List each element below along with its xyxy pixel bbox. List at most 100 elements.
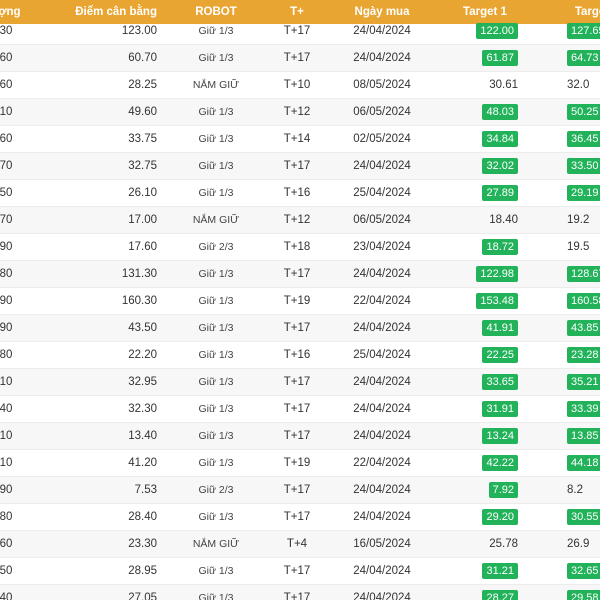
balance-point-cell-value: 32.75 bbox=[128, 160, 157, 172]
target-1-cell-value: 48.03 bbox=[482, 104, 518, 120]
t-plus-cell-value: T+17 bbox=[283, 565, 311, 577]
t-plus-cell: T+12 bbox=[262, 99, 332, 125]
t-plus-cell: T+17 bbox=[262, 18, 332, 44]
balance-point-cell: 32.30 bbox=[60, 396, 157, 422]
table-row[interactable]: 4,60 28.25 NẮM GIỮ T+10 08/05/2024 30.61 32.0 bbox=[0, 72, 600, 99]
volume-cell: 0,50 bbox=[0, 558, 50, 584]
table-row[interactable]: 4,70 17.00 NẮM GIỮ T+12 06/05/2024 18.40 19.2 bbox=[0, 207, 600, 234]
table-row[interactable]: 0,60 33.75 Giữ 1/3 T+14 02/05/2024 34.84 36.45 bbox=[0, 126, 600, 153]
volume-cell-value: 3,40 bbox=[0, 592, 13, 600]
t-plus-cell: T+17 bbox=[262, 558, 332, 584]
table-row[interactable]: 3,60 60.70 Giữ 1/3 T+17 24/04/2024 61.87 64.73 bbox=[0, 45, 600, 72]
robot-cell: Giữ 1/3 bbox=[170, 585, 262, 600]
target-1-cell-value: 7.92 bbox=[488, 482, 518, 498]
volume-cell-value: 1,80 bbox=[0, 511, 13, 523]
balance-point-cell: 49.60 bbox=[60, 99, 157, 125]
table-row[interactable]: 3,60 23.30 NẮM GIỮ T+4 16/05/2024 25.78 26.9 bbox=[0, 531, 600, 558]
target-2-cell-value: 8.2 bbox=[567, 484, 583, 496]
volume-cell: 3,60 bbox=[0, 45, 50, 71]
table-row[interactable]: 2,10 49.60 Giữ 1/3 T+12 06/05/2024 48.03 50.25 bbox=[0, 99, 600, 126]
robot-cell-value: Giữ 1/3 bbox=[198, 106, 234, 118]
buy-date-cell-value: 24/04/2024 bbox=[353, 160, 411, 172]
target-1-cell: 122.00 bbox=[452, 18, 518, 44]
balance-point-cell-value: 123.00 bbox=[121, 25, 157, 37]
target-1-cell-value: 18.40 bbox=[489, 214, 518, 226]
target-1-cell: 122.98 bbox=[452, 261, 518, 287]
balance-point-cell: 28.40 bbox=[60, 504, 157, 530]
target-2-cell: 35.21 bbox=[537, 369, 600, 395]
table-row[interactable]: 6,10 32.95 Giữ 1/3 T+17 24/04/2024 33.65 35.21 bbox=[0, 369, 600, 396]
t-plus-cell-value: T+17 bbox=[283, 403, 311, 415]
target-2-cell-value: 50.25 bbox=[567, 104, 600, 120]
table-row[interactable]: 3,40 27.05 Giữ 1/3 T+17 24/04/2024 28.27 29.58 bbox=[0, 585, 600, 600]
target-1-cell-value: 31.21 bbox=[482, 563, 518, 579]
target-1-cell: 30.61 bbox=[452, 72, 518, 98]
volume-cell-value: 2,10 bbox=[0, 457, 13, 469]
target-1-cell: 33.65 bbox=[452, 369, 518, 395]
target-1-cell: 31.91 bbox=[452, 396, 518, 422]
target-1-cell-value: 29.20 bbox=[482, 509, 518, 525]
balance-point-cell: 7.53 bbox=[60, 477, 157, 503]
balance-point-cell: 17.60 bbox=[60, 234, 157, 260]
table-row[interactable]: 0,50 28.95 Giữ 1/3 T+17 24/04/2024 31.21 32.65 bbox=[0, 558, 600, 585]
table-row[interactable]: 1,80 28.40 Giữ 1/3 T+17 24/04/2024 29.20 30.55 bbox=[0, 504, 600, 531]
balance-point-cell: 131.30 bbox=[60, 261, 157, 287]
buy-date-cell-value: 24/04/2024 bbox=[353, 322, 411, 334]
table-row[interactable]: 3,10 13.40 Giữ 1/3 T+17 24/04/2024 13.24 13.85 bbox=[0, 423, 600, 450]
balance-point-cell: 32.75 bbox=[60, 153, 157, 179]
t-plus-cell: T+19 bbox=[262, 450, 332, 476]
volume-cell: 3,90 bbox=[0, 288, 50, 314]
target-2-cell-value: 29.58 bbox=[567, 590, 600, 600]
target-2-cell-value: 32.0 bbox=[567, 79, 590, 91]
table-row[interactable]: 7,90 7.53 Giữ 2/3 T+17 24/04/2024 7.92 8.2 bbox=[0, 477, 600, 504]
table-row[interactable]: 4,80 22.20 Giữ 1/3 T+16 25/04/2024 22.25 23.28 bbox=[0, 342, 600, 369]
t-plus-cell: T+17 bbox=[262, 396, 332, 422]
volume-cell-value: 1,90 bbox=[0, 241, 13, 253]
table-row[interactable]: 3,90 160.30 Giữ 1/3 T+19 22/04/2024 153.48 160… bbox=[0, 288, 600, 315]
buy-date-cell-value: 06/05/2024 bbox=[353, 214, 411, 226]
buy-date-cell: 24/04/2024 bbox=[332, 477, 432, 503]
table-row[interactable]: 1,80 131.30 Giữ 1/3 T+17 24/04/2024 122.98 128… bbox=[0, 261, 600, 288]
volume-cell-value: 3,60 bbox=[0, 538, 13, 550]
table-row[interactable]: 6,30 123.00 Giữ 1/3 T+17 24/04/2024 122.00 127… bbox=[0, 18, 600, 45]
robot-cell-value: Giữ 1/3 bbox=[198, 187, 234, 199]
table-row[interactable]: 1,40 32.30 Giữ 1/3 T+17 24/04/2024 31.91 33.39 bbox=[0, 396, 600, 423]
t-plus-cell-value: T+19 bbox=[283, 457, 311, 469]
robot-cell-value: Giữ 1/3 bbox=[198, 25, 234, 37]
buy-date-cell: 02/05/2024 bbox=[332, 126, 432, 152]
robot-cell-value: Giữ 1/3 bbox=[198, 430, 234, 442]
volume-cell: 3,10 bbox=[0, 423, 50, 449]
target-1-cell-value: 33.65 bbox=[482, 374, 518, 390]
robot-cell: Giữ 1/3 bbox=[170, 396, 262, 422]
t-plus-cell: T+17 bbox=[262, 423, 332, 449]
balance-point-cell: 26.10 bbox=[60, 180, 157, 206]
robot-cell: Giữ 1/3 bbox=[170, 126, 262, 152]
t-plus-cell: T+16 bbox=[262, 180, 332, 206]
target-2-cell: 13.85 bbox=[537, 423, 600, 449]
buy-date-cell: 24/04/2024 bbox=[332, 423, 432, 449]
robot-cell-value: Giữ 1/3 bbox=[198, 457, 234, 469]
target-1-cell-value: 122.98 bbox=[476, 266, 518, 282]
table-row[interactable]: 1,50 26.10 Giữ 1/3 T+16 25/04/2024 27.89 29.19 bbox=[0, 180, 600, 207]
volume-cell-value: 1,80 bbox=[0, 268, 13, 280]
robot-cell: NẮM GIỮ bbox=[170, 531, 262, 557]
robot-cell: NẮM GIỮ bbox=[170, 207, 262, 233]
target-1-cell-value: 18.72 bbox=[482, 239, 518, 255]
table-row[interactable]: 6,70 32.75 Giữ 1/3 T+17 24/04/2024 32.02 33.50 bbox=[0, 153, 600, 180]
balance-point-cell-value: 7.53 bbox=[134, 484, 157, 496]
robot-cell: Giữ 1/3 bbox=[170, 450, 262, 476]
balance-point-cell-value: 22.20 bbox=[128, 349, 157, 361]
robot-cell-value: Giữ 1/3 bbox=[198, 349, 234, 361]
table-row[interactable]: 1,90 17.60 Giữ 2/3 T+18 23/04/2024 18.72 19.5 bbox=[0, 234, 600, 261]
table-row[interactable]: 7,90 43.50 Giữ 1/3 T+17 24/04/2024 41.91 43.85 bbox=[0, 315, 600, 342]
buy-date-cell-value: 24/04/2024 bbox=[353, 565, 411, 577]
target-2-cell-value: 13.85 bbox=[567, 428, 600, 444]
table-row[interactable]: 2,10 41.20 Giữ 1/3 T+19 22/04/2024 42.22 44.18 bbox=[0, 450, 600, 477]
volume-cell-value: 4,60 bbox=[0, 79, 13, 91]
balance-point-cell: 41.20 bbox=[60, 450, 157, 476]
target-2-cell-value: 43.85 bbox=[567, 320, 600, 336]
t-plus-cell: T+10 bbox=[262, 72, 332, 98]
buy-date-cell: 06/05/2024 bbox=[332, 99, 432, 125]
target-1-cell-value: 27.89 bbox=[482, 185, 518, 201]
target-1-cell-value: 32.02 bbox=[482, 158, 518, 174]
